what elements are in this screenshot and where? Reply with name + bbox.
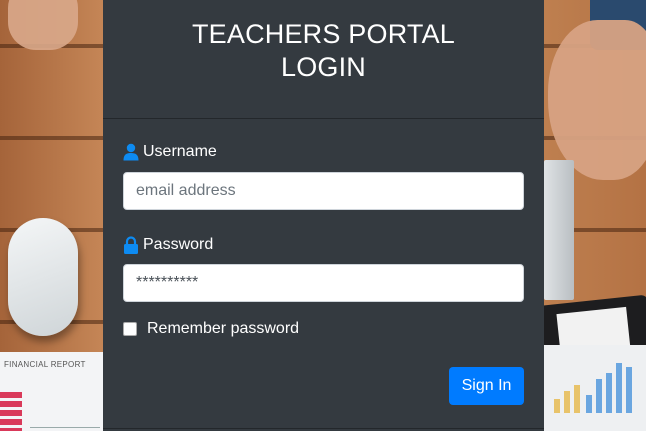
lock-icon <box>124 236 138 254</box>
footer-divider <box>103 428 544 429</box>
paper-bar <box>616 363 622 413</box>
login-panel: TEACHERS PORTAL LOGIN Username Password … <box>103 0 544 431</box>
username-label: Username <box>143 143 217 160</box>
password-label: Password <box>143 236 214 253</box>
hand-left <box>8 0 78 50</box>
sign-in-button[interactable]: Sign In <box>449 367 524 405</box>
title-line-1: TEACHERS PORTAL <box>191 19 456 49</box>
remember-label: Remember password <box>147 320 300 337</box>
user-icon <box>123 143 139 161</box>
mouse-image <box>8 218 78 336</box>
header-divider <box>103 118 544 119</box>
paper-bar <box>554 399 560 413</box>
report-line-chart <box>30 397 100 428</box>
page-title: TEACHERS PORTAL LOGIN <box>103 18 544 84</box>
remember-row[interactable]: Remember password <box>123 320 299 338</box>
paper-bar <box>626 367 632 413</box>
paper-bar <box>596 379 602 413</box>
username-label-row: Username <box>123 143 217 161</box>
username-input[interactable] <box>123 172 524 210</box>
report-bars <box>0 392 22 431</box>
financial-report-paper: FINANCIAL REPORT <box>0 352 103 431</box>
paper-bar <box>606 373 612 413</box>
paper-bar <box>574 385 580 413</box>
password-input[interactable] <box>123 264 524 302</box>
paper-bar <box>586 395 592 413</box>
report-caption: FINANCIAL REPORT <box>4 360 86 369</box>
title-line-2: LOGIN <box>280 52 367 82</box>
password-label-row: Password <box>123 236 213 254</box>
paper-bar <box>564 391 570 413</box>
laptop-image <box>544 160 574 300</box>
remember-checkbox[interactable] <box>123 322 137 336</box>
